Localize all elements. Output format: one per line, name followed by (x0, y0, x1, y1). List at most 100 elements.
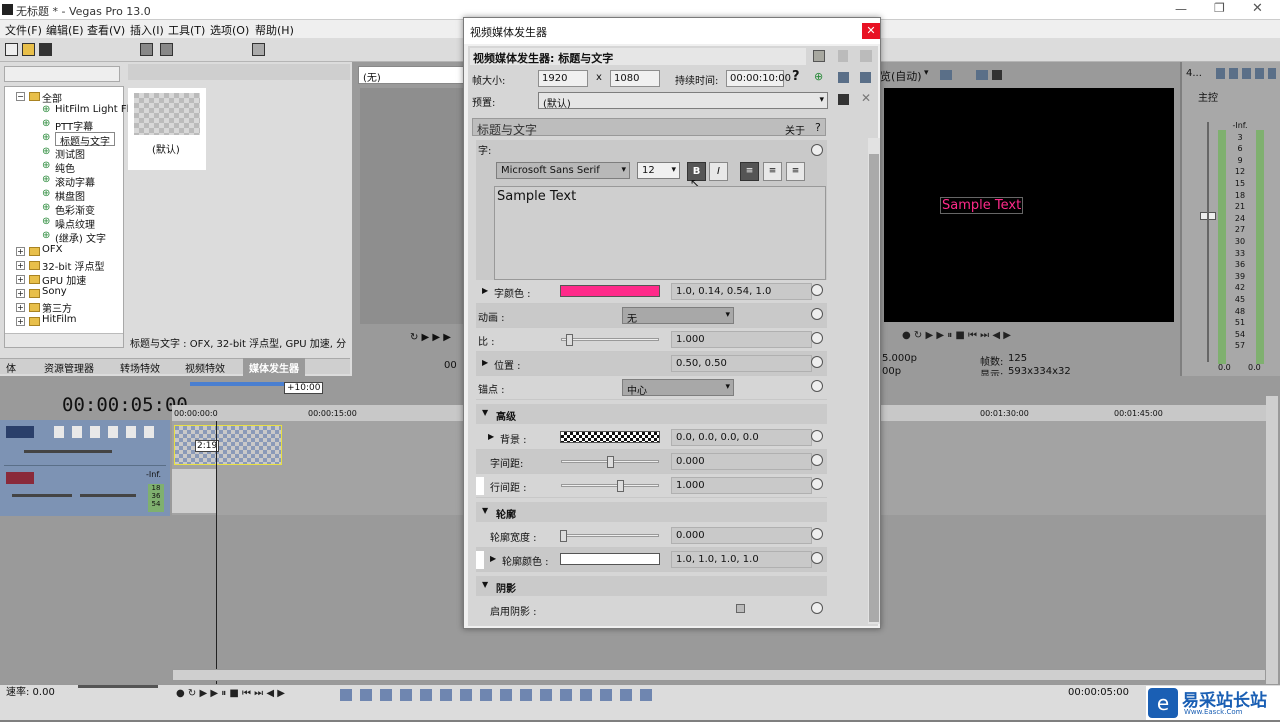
tree-item-titles-text[interactable]: 标题与文字 (55, 132, 115, 148)
tree-item-credit-roll[interactable]: 滚动字幕 (55, 174, 95, 189)
playhead[interactable] (216, 421, 217, 684)
reset-icon[interactable] (811, 144, 823, 156)
save-snapshot-icon[interactable] (992, 70, 1002, 80)
line-spacing-value[interactable]: 1.000 (671, 477, 812, 494)
copy-snapshot-icon[interactable] (976, 70, 988, 80)
video-preview-canvas[interactable]: Sample Text (884, 88, 1174, 322)
tab-media-generators[interactable]: 媒体发生器 (243, 358, 305, 377)
plugin-help-link[interactable]: ? (815, 121, 821, 134)
preview-quality-dropdown[interactable]: 览(自动) (880, 68, 922, 84)
slider-knob[interactable] (560, 530, 567, 542)
tree-item-noise-texture[interactable]: 噪点纹理 (55, 216, 95, 231)
tab-body[interactable]: 体 (6, 360, 16, 375)
expand-arrow-icon[interactable]: ▶ (488, 432, 494, 441)
reset-icon[interactable] (811, 454, 823, 466)
tab-video-fx[interactable]: 视频特效 (185, 360, 225, 375)
reset-icon[interactable] (811, 308, 823, 320)
reset-icon[interactable] (811, 602, 823, 614)
video-clip[interactable]: 2:19 (174, 425, 282, 465)
preset-dropdown[interactable]: (默认) (538, 92, 828, 110)
text-color-value[interactable]: 1.0, 0.14, 0.54, 1.0 (671, 283, 812, 300)
menu-edit[interactable]: 编辑(E) (46, 22, 84, 38)
expand-icon[interactable]: + (16, 289, 25, 298)
position-value[interactable]: 0.50, 0.50 (671, 355, 812, 372)
menu-insert[interactable]: 插入(I) (130, 22, 164, 38)
animation-dropdown[interactable]: 无 (622, 307, 734, 325)
tree-item-all[interactable]: 全部 (42, 90, 62, 105)
tree-item-gpu[interactable]: GPU 加速 (42, 272, 86, 287)
font-dropdown[interactable]: Microsoft Sans Serif (496, 162, 630, 179)
expand-arrow-icon[interactable]: ▶ (482, 358, 488, 367)
background-value[interactable]: 0.0, 0.0, 0.0, 0.0 (671, 429, 812, 446)
loop-icon[interactable]: ↻ ▶ ▶ ▶ (410, 332, 451, 343)
timeline-vscroll[interactable] (1266, 396, 1278, 684)
tree-item-hitfilm-flare[interactable]: HitFilm Light Flar (55, 104, 140, 118)
tree-item-third-party[interactable]: 第三方 (42, 300, 72, 315)
trimmer-dropdown[interactable]: (无) (358, 66, 468, 84)
video-track-header[interactable] (4, 422, 166, 466)
reset-icon[interactable] (811, 284, 823, 296)
minimize-icon[interactable]: — (1175, 2, 1187, 16)
timeline-zoom-bar[interactable] (190, 382, 286, 386)
tab-transitions[interactable]: 转场特效 (120, 360, 160, 375)
shadow-section-header[interactable]: 阴影 (476, 576, 827, 596)
outline-color-swatch[interactable] (560, 553, 660, 565)
tree-item-ptt[interactable]: PTT字幕 (55, 118, 93, 133)
video-level-slider[interactable] (24, 450, 112, 453)
dialog-scrollbar-thumb[interactable] (869, 154, 879, 622)
align-center-button[interactable]: ≡ (763, 162, 782, 181)
menu-view[interactable]: 查看(V) (87, 22, 125, 38)
slider-knob[interactable] (566, 334, 573, 346)
advanced-section-header[interactable]: 高级 (476, 404, 827, 424)
delete-preset-icon[interactable]: ✕ (861, 91, 871, 105)
settings-icon[interactable] (860, 72, 871, 83)
properties-icon[interactable] (140, 43, 153, 56)
expand-icon[interactable]: + (16, 247, 25, 256)
tool-icon[interactable] (252, 43, 265, 56)
tracking-slider[interactable] (561, 456, 659, 468)
audio-track-header[interactable]: -Inf. 18 36 54 (4, 468, 166, 514)
audio-lane[interactable] (172, 469, 216, 513)
timeline-hscroll[interactable] (172, 669, 1266, 681)
audio-volume-slider[interactable] (12, 494, 72, 497)
preview-settings-icon[interactable] (940, 70, 952, 80)
tree-item-checkerboard[interactable]: 棋盘图 (55, 188, 85, 203)
expand-icon[interactable]: + (16, 261, 25, 270)
view-mode-icon-3[interactable] (860, 50, 872, 62)
expand-arrow-icon[interactable]: ▶ (490, 554, 496, 563)
edit-tool-icons[interactable] (340, 689, 660, 701)
tree-item-ofx[interactable]: OFX (42, 244, 62, 258)
outline-width-slider[interactable] (560, 530, 659, 542)
rate-slider[interactable] (78, 685, 158, 688)
scale-slider[interactable] (561, 334, 659, 346)
new-icon[interactable] (5, 43, 18, 56)
close-icon[interactable]: ✕ (1252, 1, 1263, 16)
tree-item-sony[interactable]: Sony (42, 286, 67, 300)
expand-arrow-icon[interactable]: ▶ (482, 286, 488, 295)
transport-buttons[interactable]: ● ↻ ▶ ▶ ⏸ ■ ⏮ ⏭ ◀ ▶ (176, 688, 285, 699)
audio-pan-slider[interactable] (80, 494, 136, 497)
tree-item-solid-color[interactable]: 纯色 (55, 160, 75, 175)
expand-icon[interactable]: + (16, 303, 25, 312)
dialog-close-button[interactable]: ✕ (862, 23, 880, 39)
height-input[interactable]: 1080 (610, 70, 660, 87)
tree-item-legacy-text[interactable]: (继承) 文字 (55, 230, 106, 245)
reset-icon[interactable] (811, 478, 823, 490)
reset-icon[interactable] (811, 380, 823, 392)
reset-icon[interactable] (811, 430, 823, 442)
reset-icon[interactable] (811, 356, 823, 368)
menu-tools[interactable]: 工具(T) (168, 22, 205, 38)
transport-controls[interactable]: ● ↻ ▶ ▶ ⏸ ■ ⏮ ⏭ ◀ ▶ (902, 330, 1011, 341)
reset-icon[interactable] (811, 552, 823, 564)
collapse-icon[interactable]: − (16, 92, 25, 101)
line-spacing-slider[interactable] (561, 480, 659, 492)
duration-input[interactable]: 00:00:10:00 (726, 70, 791, 87)
tree-item-hitfilm[interactable]: HitFilm (42, 314, 77, 328)
render-icon[interactable] (838, 72, 849, 83)
text-color-swatch[interactable] (560, 285, 660, 297)
anchor-dropdown[interactable]: 中心 (622, 379, 734, 397)
tree-item-color-gradient[interactable]: 色彩渐变 (55, 202, 95, 217)
insert-plugin-icon[interactable]: ⊕ (814, 70, 823, 83)
generator-tree[interactable]: − 全部 ⊕ HitFilm Light Flar ⊕ PTT字幕 ⊕ 标题与文… (4, 86, 140, 348)
tree-item-32bit[interactable]: 32-bit 浮点型 (42, 258, 105, 273)
